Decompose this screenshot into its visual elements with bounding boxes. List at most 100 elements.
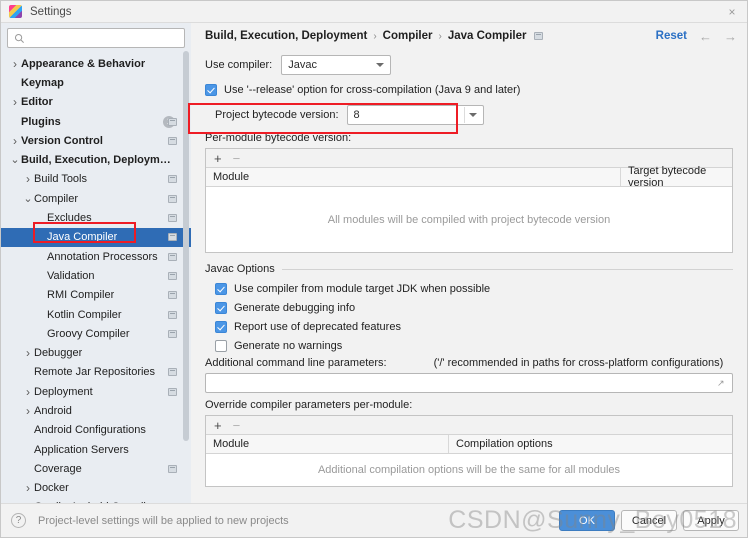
search-box[interactable]: [7, 28, 185, 48]
settings-config-icon[interactable]: [168, 368, 177, 377]
sidebar-item-debugger[interactable]: › Debugger: [1, 343, 191, 362]
generate-no-warnings-checkbox[interactable]: [215, 339, 227, 352]
sidebar-item-keymap[interactable]: ›Keymap: [1, 73, 191, 92]
search-input[interactable]: [28, 31, 168, 45]
settings-config-icon[interactable]: [168, 136, 177, 145]
sidebar-item-rmi-compiler[interactable]: ›RMI Compiler: [1, 286, 191, 305]
ok-button[interactable]: OK: [559, 510, 615, 531]
project-bytecode-select[interactable]: 8: [346, 105, 484, 125]
sidebar-item-version-control[interactable]: › Version Control: [1, 131, 191, 150]
sidebar-item-editor[interactable]: › Editor: [1, 93, 191, 112]
sidebar-item-plugins[interactable]: ›Plugins1: [1, 112, 191, 131]
sidebar-item-build-tools[interactable]: › Build Tools: [1, 170, 191, 189]
settings-config-icon[interactable]: [168, 271, 177, 280]
sidebar-scrollbar-thumb[interactable]: [183, 51, 189, 441]
settings-sidebar: ›Appearance & Behavior›Keymap›Editor›Plu…: [1, 23, 191, 503]
remove-module-button[interactable]: −: [233, 152, 241, 165]
sidebar-item-compiler[interactable]: ⌄ Compiler: [1, 189, 191, 208]
use-compiler-row: Use compiler: Javac: [205, 53, 733, 77]
additional-params-input[interactable]: ↗: [205, 373, 733, 393]
arrow-left-icon[interactable]: ←: [699, 29, 712, 44]
column-header-module[interactable]: Module: [206, 168, 620, 186]
column-header-compilation-options[interactable]: Compilation options: [448, 435, 732, 453]
settings-dialog: Settings × ›Appearance & Behavior›Keymap…: [0, 0, 748, 538]
generate-debugging-info-checkbox[interactable]: [215, 301, 227, 314]
sidebar-item-label: RMI Compiler: [47, 289, 115, 302]
sidebar-item-label: Editor: [21, 96, 53, 109]
chevron-down-icon[interactable]: ⌄: [22, 193, 34, 204]
settings-config-icon[interactable]: [534, 32, 544, 40]
sidebar-item-label: Android: [34, 404, 72, 417]
settings-config-icon[interactable]: [168, 387, 177, 396]
sidebar-item-android[interactable]: › Android: [1, 401, 191, 420]
settings-config-icon[interactable]: [168, 291, 177, 300]
sidebar-item-java-compiler[interactable]: ›Java Compiler: [1, 227, 191, 247]
settings-tree: ›Appearance & Behavior›Keymap›Editor›Plu…: [1, 52, 191, 503]
generate-debugging-info-label[interactable]: Generate debugging info: [234, 302, 355, 314]
settings-config-icon[interactable]: [168, 214, 177, 223]
chevron-right-icon[interactable]: ›: [22, 385, 34, 399]
remove-override-button[interactable]: −: [233, 419, 241, 432]
expand-icon[interactable]: ↗: [717, 378, 727, 388]
apply-button[interactable]: Apply: [683, 510, 739, 531]
settings-config-icon[interactable]: [168, 252, 177, 261]
sidebar-item-groovy-compiler[interactable]: ›Groovy Compiler: [1, 324, 191, 343]
use-module-jdk-checkbox[interactable]: [215, 282, 227, 295]
settings-config-icon[interactable]: [168, 310, 177, 319]
settings-config-icon[interactable]: [168, 233, 177, 242]
chevron-right-icon[interactable]: ›: [9, 57, 21, 71]
settings-config-icon[interactable]: [168, 329, 177, 338]
sidebar-item-label: Keymap: [21, 76, 64, 89]
sidebar-item-validation[interactable]: ›Validation: [1, 266, 191, 285]
release-option-checkbox[interactable]: [205, 84, 217, 96]
per-module-empty-text: All modules will be compiled with projec…: [327, 213, 611, 226]
sidebar-item-coverage[interactable]: ›Coverage: [1, 459, 191, 478]
chevron-right-icon[interactable]: ›: [22, 346, 34, 360]
reset-link[interactable]: Reset: [656, 30, 687, 42]
sidebar-item-build-execution-deployment[interactable]: ⌄ Build, Execution, Deployment: [1, 150, 191, 169]
use-compiler-label: Use compiler:: [205, 59, 273, 71]
release-option-label[interactable]: Use '--release' option for cross-compila…: [224, 84, 520, 96]
chevron-down-icon: [468, 113, 477, 117]
chevron-right-icon[interactable]: ›: [9, 95, 21, 109]
breadcrumb-item-1[interactable]: Compiler: [383, 30, 433, 42]
settings-config-icon[interactable]: [168, 117, 177, 126]
settings-config-icon[interactable]: [168, 175, 177, 184]
sidebar-item-annotation-processors[interactable]: ›Annotation Processors: [1, 247, 191, 266]
sidebar-item-application-servers[interactable]: ›Application Servers: [1, 440, 191, 459]
cancel-button[interactable]: Cancel: [621, 510, 677, 531]
sidebar-item-remote-jar-repositories[interactable]: ›Remote Jar Repositories: [1, 363, 191, 382]
breadcrumb-item-2[interactable]: Java Compiler: [448, 30, 527, 42]
sidebar-item-docker[interactable]: › Docker: [1, 479, 191, 498]
chevron-right-icon[interactable]: ›: [22, 172, 34, 186]
settings-config-icon[interactable]: [168, 194, 177, 203]
help-icon[interactable]: ?: [11, 513, 26, 528]
column-header-module-2[interactable]: Module: [206, 435, 448, 453]
javac-options-group: Javac Options: [205, 263, 733, 275]
chevron-right-icon[interactable]: ›: [9, 134, 21, 148]
report-deprecated-label[interactable]: Report use of deprecated features: [234, 321, 401, 333]
add-module-button[interactable]: +: [214, 152, 222, 165]
use-module-jdk-row: Use compiler from module target JDK when…: [215, 279, 733, 298]
sidebar-item-excludes[interactable]: ›Excludes: [1, 208, 191, 227]
close-icon[interactable]: ×: [723, 4, 741, 20]
generate-no-warnings-label[interactable]: Generate no warnings: [234, 340, 342, 352]
settings-config-icon[interactable]: [168, 464, 177, 473]
sidebar-item-kotlin-compiler[interactable]: ›Kotlin Compiler: [1, 305, 191, 324]
generate-debugging-info-row: Generate debugging info: [215, 298, 733, 317]
use-module-jdk-label[interactable]: Use compiler from module target JDK when…: [234, 283, 490, 295]
column-header-target-bytecode[interactable]: Target bytecode version: [620, 165, 732, 189]
chevron-right-icon[interactable]: ›: [22, 481, 34, 495]
breadcrumb-item-0[interactable]: Build, Execution, Deployment: [205, 30, 367, 42]
sidebar-item-android-configurations[interactable]: ›Android Configurations: [1, 421, 191, 440]
use-compiler-select[interactable]: Javac: [281, 55, 392, 75]
report-deprecated-checkbox[interactable]: [215, 320, 227, 333]
sidebar-item-deployment[interactable]: › Deployment: [1, 382, 191, 401]
use-compiler-value: Javac: [288, 59, 317, 71]
chevron-down-icon[interactable]: ⌄: [9, 155, 21, 166]
arrow-right-icon[interactable]: →: [724, 29, 737, 44]
add-override-button[interactable]: +: [214, 419, 222, 432]
chevron-right-icon[interactable]: ›: [22, 404, 34, 418]
sidebar-item-appearance-behavior[interactable]: › Appearance & Behavior: [1, 54, 191, 73]
sidebar-item-label: Remote Jar Repositories: [34, 366, 156, 379]
